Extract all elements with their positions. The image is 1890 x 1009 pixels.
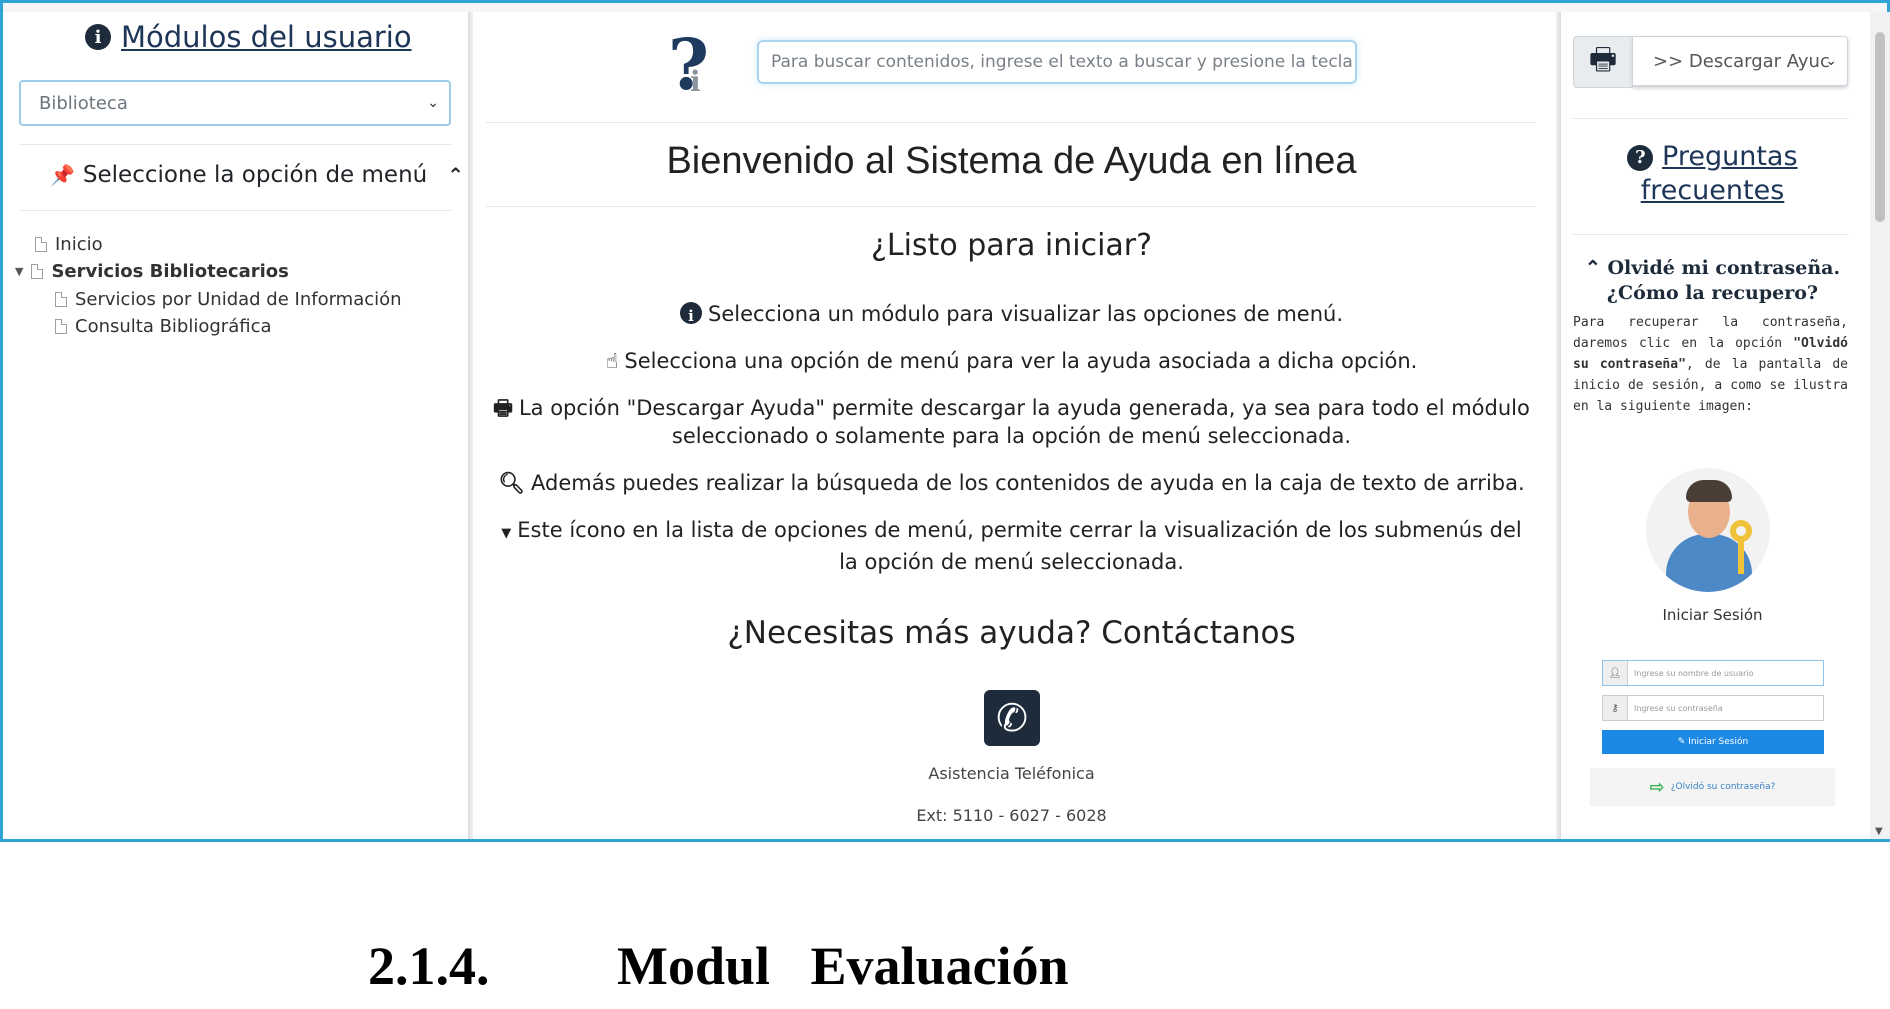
instruction-text: Además puedes realizar la búsqueda de lo… <box>531 471 1525 495</box>
document-icon <box>35 237 47 252</box>
pin-icon: 📌 <box>50 163 75 187</box>
vertical-scrollbar[interactable]: ▼ <box>1870 12 1890 839</box>
divider <box>1573 118 1849 119</box>
download-help-select[interactable]: >> Descargar Ayuc ⌄ <box>1632 36 1848 86</box>
tree-item-label[interactable]: Inicio <box>55 234 103 255</box>
password-placeholder: Ingrese su contraseña <box>1634 703 1723 713</box>
username-field[interactable]: 👤︎ Ingrese su nombre de usuario <box>1602 660 1824 686</box>
ready-heading: ¿Listo para iniciar? <box>870 228 1153 263</box>
menu-heading: 📌 Seleccione la opción de menú ⌃ <box>50 162 464 188</box>
instruction-text: seleccionado o solamente para la opción … <box>671 424 1352 448</box>
login-button-label: Iniciar Sesión <box>1688 737 1749 747</box>
instruction-collapse: ▼ Este ícono en la lista de opciones de m… <box>480 516 1543 576</box>
hand-pointer-icon: ☝ <box>605 349 619 373</box>
caret-down-icon[interactable]: ▼ <box>15 265 23 278</box>
instruction-text: La opción "Descargar Ayuda" permite desc… <box>518 396 1530 420</box>
faq-link-label[interactable]: frecuentes <box>1641 175 1785 206</box>
info-icon: i <box>679 302 702 325</box>
modules-title-label[interactable]: Módulos del usuario <box>121 20 412 54</box>
instruction-text: la opción de menú seleccionada. <box>839 550 1184 574</box>
left-sidebar <box>3 12 468 839</box>
menu-heading-label: Seleccione la opción de menú <box>82 162 428 188</box>
modules-title[interactable]: i Módulos del usuario <box>85 20 412 54</box>
search-input[interactable]: Para buscar contenidos, ingrese el texto… <box>757 40 1357 84</box>
faq-question-text[interactable]: Olvidé mi contraseña. <box>1607 257 1840 279</box>
avatar-hair-part <box>1686 480 1732 502</box>
module-select-value: Biblioteca <box>39 92 128 114</box>
phone-extensions: Ext: 5110 - 6027 - 6028 <box>916 806 1107 825</box>
collapse-up-icon[interactable]: ⌃ <box>447 163 464 187</box>
question-circle-icon: ? <box>1627 144 1654 171</box>
section-number: 2.1.4. <box>368 936 490 996</box>
faq-question-text[interactable]: ¿Cómo la recupero? <box>1607 282 1818 304</box>
welcome-title: Bienvenido al Sistema de Ayuda en línea <box>666 140 1357 182</box>
divider <box>486 122 1536 123</box>
instruction-text: Selecciona un módulo para visualizar las… <box>707 302 1344 326</box>
divider <box>486 206 1536 207</box>
tree-item-inicio[interactable]: Inicio <box>35 234 103 255</box>
caret-down-icon: ▼ <box>501 526 512 541</box>
help-logo-icon: ? i <box>668 23 710 106</box>
instruction-text: Selecciona una opción de menú para ver l… <box>624 349 1418 373</box>
print-button[interactable]: 🖶 <box>1573 36 1633 88</box>
forgot-password-link[interactable]: ⇨ ¿Olvidó su contraseña? <box>1590 768 1835 806</box>
chevron-down-icon: ⌄ <box>1825 53 1837 69</box>
scrollbar-thumb[interactable] <box>1875 32 1885 222</box>
instruction-text: Este ícono en la lista de opciones de me… <box>517 518 1522 542</box>
document-icon <box>55 319 67 334</box>
scroll-down-arrow-icon[interactable]: ▼ <box>1875 826 1883 837</box>
module-select[interactable]: Biblioteca ⌄ <box>19 80 451 126</box>
arrow-right-icon: ⇨ <box>1649 776 1665 798</box>
collapse-up-icon[interactable]: ⌃ <box>1585 257 1601 279</box>
login-title: Iniciar Sesión <box>1662 606 1763 624</box>
document-icon <box>31 264 44 279</box>
phone-icon[interactable]: ✆ <box>984 690 1040 746</box>
phone-label: Asistencia Teléfonica <box>928 764 1095 783</box>
contact-heading: ¿Necesitas más ayuda? Contáctanos <box>727 615 1296 651</box>
login-button[interactable]: ✎ Iniciar Sesión <box>1602 730 1824 754</box>
print-icon: 🖶 <box>1588 41 1618 77</box>
tree-item-label[interactable]: Consulta Bibliográfica <box>75 316 272 337</box>
user-avatar-icon <box>1646 468 1770 592</box>
search-icon: 🔍︎ <box>498 471 526 495</box>
faq-answer: Para recuperar la contraseña, daremos cl… <box>1573 312 1848 417</box>
section-title: Modul Evaluación <box>617 936 1069 996</box>
tree-item-label[interactable]: Servicios por Unidad de Información <box>75 289 402 310</box>
divider <box>1573 234 1849 235</box>
key-icon: ⚷ <box>1603 696 1628 720</box>
user-icon: 👤︎ <box>1603 661 1628 685</box>
faq-link-label[interactable]: Preguntas <box>1662 141 1798 172</box>
key-shaft-part <box>1738 540 1744 574</box>
info-icon: i <box>85 24 111 50</box>
chevron-down-icon: ⌄ <box>427 95 439 111</box>
password-field[interactable]: ⚷ Ingrese su contraseña <box>1602 695 1824 721</box>
divider <box>19 144 451 145</box>
tree-item-label[interactable]: Servicios Bibliotecarios <box>51 261 288 282</box>
forgot-password-label[interactable]: ¿Olvidó su contraseña? <box>1671 782 1776 792</box>
faq-link[interactable]: ? Preguntas frecuentes <box>1590 140 1835 208</box>
document-icon <box>55 292 67 307</box>
faq-question[interactable]: ⌃ Olvidé mi contraseña. ¿Cómo la recuper… <box>1570 256 1855 306</box>
instruction-download: 🖶 La opción "Descargar Ayuda" permite des… <box>480 394 1543 450</box>
tree-item-unidad[interactable]: Servicios por Unidad de Información <box>55 289 402 310</box>
tree-item-servicios[interactable]: ▼ Servicios Bibliotecarios <box>15 261 289 282</box>
tree-item-consulta[interactable]: Consulta Bibliográfica <box>55 316 272 337</box>
instruction-search: 🔍︎ Además puedes realizar la búsqueda de … <box>480 469 1543 497</box>
instruction-modules: i Selecciona un módulo para visualizar la… <box>480 300 1543 328</box>
print-icon: 🖶 <box>493 396 513 420</box>
edit-icon: ✎ <box>1677 737 1689 747</box>
instruction-menu: ☝ Selecciona una opción de menú para ver … <box>480 347 1543 375</box>
divider <box>19 210 451 211</box>
key-icon <box>1730 520 1752 542</box>
username-placeholder: Ingrese su nombre de usuario <box>1634 668 1754 678</box>
download-select-value: >> Descargar Ayuc <box>1653 50 1830 72</box>
